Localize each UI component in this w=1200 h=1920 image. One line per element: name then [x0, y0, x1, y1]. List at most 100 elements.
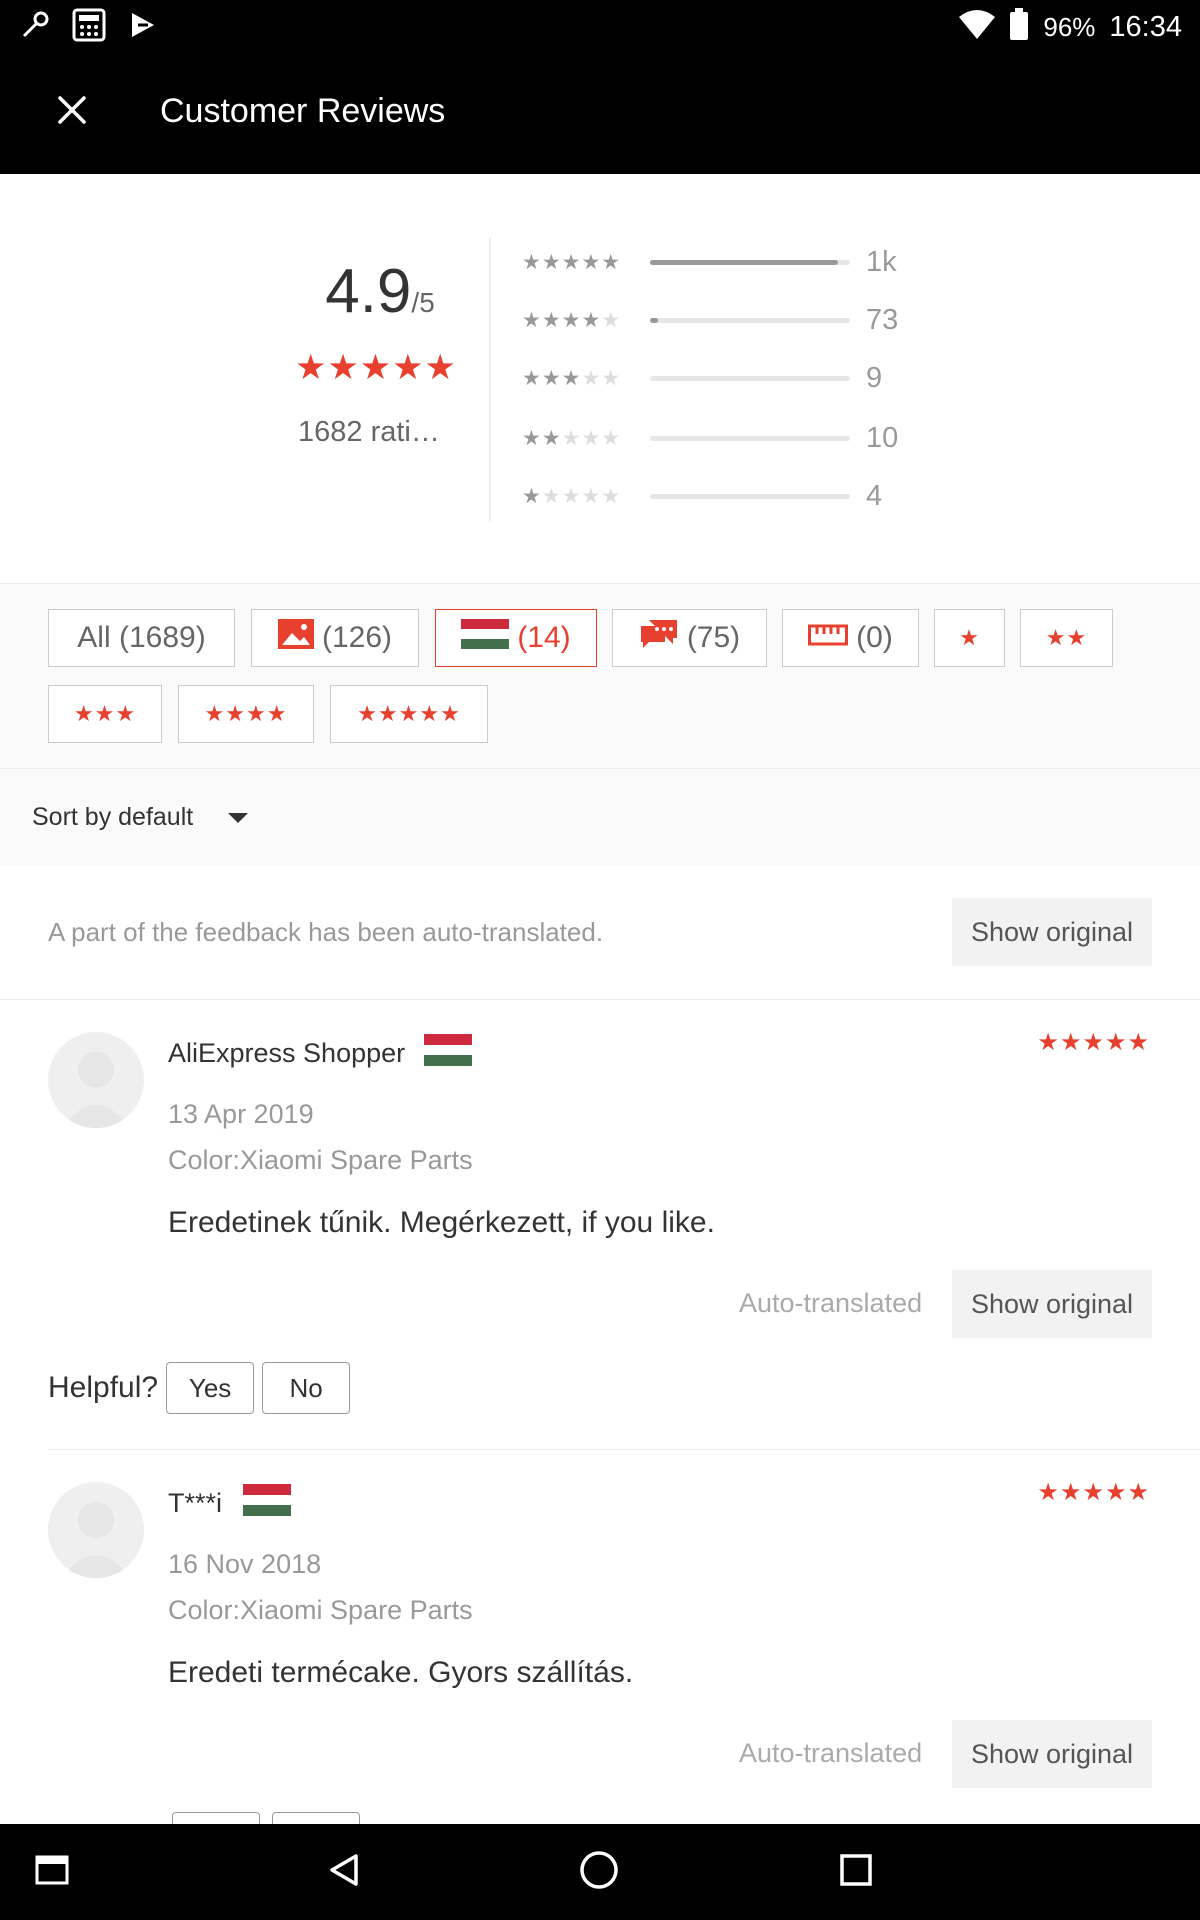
filter-photos[interactable]: (126): [251, 609, 419, 667]
review-stars: ★★★★★: [1037, 1029, 1150, 1056]
hungary-flag-icon: [461, 619, 510, 657]
stars-1: ★★★★★: [522, 484, 622, 508]
sort-label: Sort by default: [32, 803, 194, 831]
avatar: [48, 1482, 144, 1578]
calculator-icon: [72, 8, 106, 47]
window-icon: [35, 1855, 69, 1890]
helpful-no-button[interactable]: No: [262, 1362, 351, 1414]
close-icon: [57, 95, 87, 130]
review-date: 16 Nov 2018: [168, 1549, 322, 1579]
filter-size[interactable]: (0): [782, 609, 919, 667]
distribution-bar-fill: [650, 259, 838, 265]
distribution-count: 73: [866, 303, 899, 336]
filter-stars: ★★: [1045, 625, 1088, 650]
show-original-button[interactable]: Show original: [952, 1720, 1152, 1788]
hungary-flag-icon: [424, 1034, 472, 1066]
filter-stars: ★★★: [73, 701, 137, 726]
battery-percent: 96%: [1043, 12, 1096, 42]
avatar: [48, 1032, 144, 1128]
review-variant: Color:Xiaomi Spare Parts: [168, 1595, 473, 1625]
filter-stars: ★★★★: [204, 701, 288, 726]
app-window-button[interactable]: [28, 1848, 76, 1896]
distribution-row-1: ★★★★★ 4: [522, 476, 882, 516]
filter-all[interactable]: All (1689): [48, 609, 235, 667]
status-bar: 96% 16:34: [0, 0, 1200, 50]
average-stars: ★★★★★: [295, 348, 457, 387]
home-icon: [579, 1850, 619, 1895]
page-title: Customer Reviews: [160, 92, 446, 130]
sort-dropdown[interactable]: Sort by default: [0, 768, 1200, 865]
review-text: Eredeti termécake. Gyors szállítás.: [168, 1656, 634, 1689]
filter-1-star[interactable]: ★: [934, 609, 1005, 667]
distribution-bar: [650, 435, 850, 441]
distribution-count: 9: [866, 361, 883, 394]
rating-summary: 4.9/5 ★★★★★ 1682 rati… ★★★★★ 1k ★★★★★ 73…: [0, 176, 1200, 581]
filter-5-star[interactable]: ★★★★★: [330, 685, 488, 743]
recents-icon: [839, 1853, 873, 1892]
app-bar: Customer Reviews: [0, 50, 1200, 174]
show-original-button[interactable]: Show original: [952, 898, 1152, 966]
stars-2: ★★★★★: [522, 426, 622, 450]
wrench-icon: [20, 10, 50, 45]
distribution-bar: [650, 317, 850, 323]
review-item: AliExpress Shopper ★★★★★ 13 Apr 2019 Col…: [0, 1000, 1200, 1450]
filter-stars: ★: [959, 625, 980, 650]
caret-down-icon: [228, 813, 248, 823]
clock: 16:34: [1109, 11, 1182, 43]
distribution-row-4: ★★★★★ 73: [522, 300, 898, 340]
stars-3: ★★★★★: [522, 366, 622, 390]
filter-comments[interactable]: (75): [612, 609, 767, 667]
review-stars: ★★★★★: [1037, 1479, 1150, 1506]
image-icon: [277, 619, 314, 657]
review-variant: Color:Xiaomi Spare Parts: [168, 1145, 473, 1175]
back-icon: [326, 1852, 362, 1893]
auto-translated-label: Auto-translated: [739, 1288, 923, 1318]
show-original-button[interactable]: Show original: [952, 1270, 1152, 1338]
filter-3-star[interactable]: ★★★: [48, 685, 162, 743]
back-button[interactable]: [320, 1848, 368, 1896]
review-date: 13 Apr 2019: [168, 1099, 314, 1129]
review-text: Eredetinek tűnik. Megérkezett, if you li…: [168, 1206, 715, 1239]
helpful-yes-button[interactable]: [172, 1812, 260, 1824]
filter-4-star[interactable]: ★★★★: [178, 685, 314, 743]
close-button[interactable]: [40, 80, 104, 144]
distribution-bar-fill: [650, 317, 658, 323]
filter-stars: ★★★★★: [357, 701, 461, 726]
average-score: 4.9/5: [300, 256, 460, 327]
score-max: /5: [411, 287, 435, 318]
distribution-count: 1k: [866, 245, 897, 278]
recents-button[interactable]: [832, 1848, 880, 1896]
distribution-row-5: ★★★★★ 1k: [522, 242, 897, 282]
filter-2-star[interactable]: ★★: [1020, 609, 1113, 667]
distribution-row-2: ★★★★★ 10: [522, 418, 898, 458]
system-nav-bar: [0, 1824, 1200, 1920]
helpful-no-button[interactable]: [272, 1812, 360, 1824]
score-value: 4.9: [325, 257, 412, 326]
reviewer-name: AliExpress Shopper: [168, 1038, 406, 1068]
comments-icon: [639, 618, 679, 658]
filter-country[interactable]: (14): [435, 609, 597, 667]
filter-label: (14): [517, 621, 571, 654]
distribution-row-3: ★★★★★ 9: [522, 358, 882, 398]
ratings-count: 1682 rati…: [298, 416, 440, 448]
helpful-section: Helpful? Yes No: [48, 1362, 351, 1414]
distribution-bar: [650, 375, 850, 381]
helpful-yes-button[interactable]: Yes: [166, 1362, 255, 1414]
filter-label: (0): [856, 621, 893, 654]
auto-translated-label: Auto-translated: [739, 1738, 923, 1768]
distribution-count: 4: [866, 479, 883, 512]
stars-4: ★★★★★: [522, 308, 622, 332]
distribution-bar: [650, 259, 850, 265]
wifi-icon: [959, 9, 996, 46]
home-button[interactable]: [575, 1848, 623, 1896]
battery-icon: [1009, 8, 1029, 47]
ruler-icon: [808, 621, 849, 655]
filter-label: (75): [686, 621, 741, 654]
divider: [489, 238, 491, 521]
distribution-count: 10: [866, 421, 899, 454]
notice-text: A part of the feedback has been auto-tra…: [48, 917, 604, 947]
filter-label: (126): [321, 621, 393, 654]
review-item: T***i ★★★★★ 16 Nov 2018 Color:Xiaomi Spa…: [0, 1450, 1200, 1824]
hungary-flag-icon: [243, 1484, 291, 1516]
filter-label: All (1689): [77, 621, 206, 654]
